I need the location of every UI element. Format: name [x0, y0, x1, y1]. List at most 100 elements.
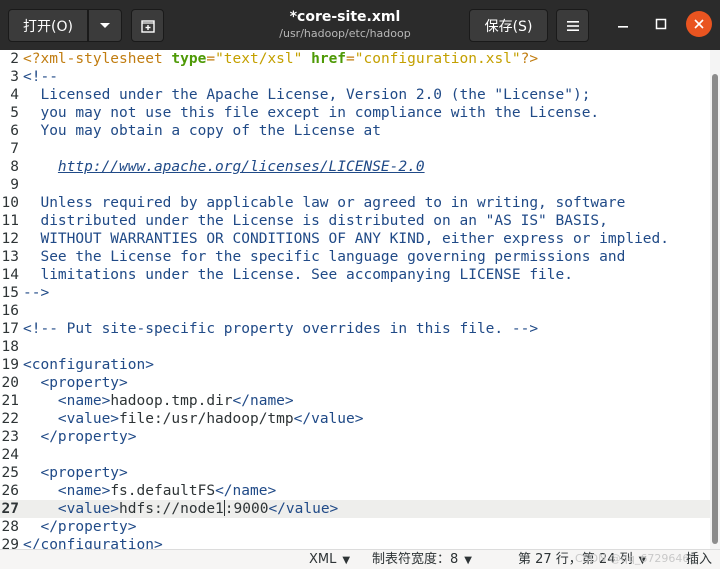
- line-number: 7: [10, 141, 19, 157]
- code-token: =: [206, 51, 216, 67]
- close-button[interactable]: [686, 11, 712, 37]
- code-token: fs.defaultFS: [110, 483, 216, 499]
- code-line[interactable]: 10 Unless required by applicable law or …: [0, 194, 710, 212]
- code-line[interactable]: 8 http://www.apache.org/licenses/LICENSE…: [0, 158, 710, 176]
- maximize-button[interactable]: [649, 12, 673, 36]
- new-tab-button[interactable]: [131, 9, 164, 42]
- code-line[interactable]: 3 <!--: [0, 68, 710, 86]
- line-text: </property>: [23, 428, 136, 446]
- open-button[interactable]: 打开(O): [8, 9, 88, 42]
- code-token: "text/xsl": [215, 51, 303, 67]
- line-number: 14: [1, 267, 19, 283]
- code-line[interactable]: 19 <configuration>: [0, 356, 710, 374]
- code-token: :9000: [224, 501, 269, 517]
- line-text: <?xml-stylesheet type="text/xsl" href="c…: [23, 50, 538, 68]
- window-title: *core-site.xml: [289, 9, 401, 25]
- line-number: 6: [10, 123, 19, 139]
- line-text: limitations under the License. See accom…: [23, 266, 573, 284]
- code-line[interactable]: 4 Licensed under the Apache License, Ver…: [0, 86, 710, 104]
- code-token: =: [346, 51, 355, 67]
- file-path: /usr/hadoop/etc/hadoop: [279, 27, 411, 40]
- line-text: <value>hdfs://node1:9000</value>: [23, 500, 338, 518]
- code-line[interactable]: 11 distributed under the License is dist…: [0, 212, 710, 230]
- line-text: <configuration>: [23, 356, 154, 374]
- line-text: <value>file:/usr/hadoop/tmp</value>: [23, 410, 364, 428]
- minimize-button[interactable]: [611, 12, 635, 36]
- code-token: <name>: [57, 483, 111, 499]
- chevron-down-icon: [100, 22, 110, 28]
- tab-width-selector[interactable]: 制表符宽度：8 ▼: [372, 551, 472, 569]
- code-line[interactable]: 25 <property>: [0, 464, 710, 482]
- code-line[interactable]: 26 <name>fs.defaultFS</name>: [0, 482, 710, 500]
- watermark: CSDN @qq_67296465: [575, 552, 697, 565]
- line-number: 21: [1, 393, 19, 409]
- line-number: 4: [10, 87, 19, 103]
- language-label: XML: [309, 552, 337, 567]
- line-number: 13: [1, 249, 19, 265]
- line-text: <!-- Put site-specific property override…: [23, 320, 538, 338]
- tab-width-label: 制表符宽度：8: [372, 552, 459, 567]
- code-token: </property>: [40, 519, 137, 535]
- code-token: hadoop.tmp.dir: [110, 393, 233, 409]
- text-editor[interactable]: 2 <?xml-stylesheet type="text/xsl" href="…: [0, 50, 710, 549]
- insert-mode-indicator[interactable]: 插入: [686, 551, 712, 569]
- code-token: <?xml-stylesheet: [23, 51, 172, 67]
- line-number: 25: [1, 465, 19, 481]
- code-line[interactable]: 14 limitations under the License. See ac…: [0, 266, 710, 284]
- code-line[interactable]: 12 WITHOUT WARRANTIES OR CONDITIONS OF A…: [0, 230, 710, 248]
- line-number: 9: [10, 177, 19, 193]
- line-text: </configuration>: [23, 536, 163, 549]
- code-token: href: [311, 51, 347, 67]
- code-line[interactable]: 15 -->: [0, 284, 710, 302]
- code-line[interactable]: 18: [0, 338, 710, 356]
- vertical-scrollbar[interactable]: [710, 50, 720, 549]
- code-line[interactable]: 17 <!-- Put site-specific property overri…: [0, 320, 710, 338]
- code-line[interactable]: 6 You may obtain a copy of the License a…: [0, 122, 710, 140]
- line-number: 19: [1, 357, 19, 373]
- code-line[interactable]: 24: [0, 446, 710, 464]
- line-number: 2: [10, 51, 19, 67]
- code-line[interactable]: 2 <?xml-stylesheet type="text/xsl" href="…: [0, 50, 710, 68]
- chevron-down-icon: ▼: [342, 555, 351, 566]
- line-text: -->: [23, 284, 49, 302]
- maximize-icon: [655, 18, 667, 30]
- code-line[interactable]: 20 <property>: [0, 374, 710, 392]
- language-selector[interactable]: XML ▼: [309, 551, 350, 569]
- save-button[interactable]: 保存(S): [469, 9, 548, 42]
- code-token: See the License for the specific languag…: [23, 249, 626, 265]
- status-bar: XML ▼ 制表符宽度：8 ▼ 第 27 行，第 24 列 ▼ CSDN @qq_67…: [0, 549, 720, 569]
- code-line[interactable]: 28 </property>: [0, 518, 710, 536]
- code-line[interactable]: 27 <value>hdfs://node1:9000</value>: [0, 500, 710, 518]
- code-line[interactable]: 16: [0, 302, 710, 320]
- hamburger-menu-button[interactable]: [556, 9, 589, 42]
- save-button-label: 保存(S): [484, 18, 533, 35]
- line-number: 22: [1, 411, 19, 427]
- minimize-icon: [618, 26, 628, 28]
- code-line[interactable]: 5 you may not use this file except in co…: [0, 104, 710, 122]
- line-number: 27: [1, 501, 19, 517]
- code-token: <!-- Put site-specific property override…: [23, 321, 539, 337]
- line-number: 18: [1, 339, 19, 355]
- code-line[interactable]: 13 See the License for the specific lang…: [0, 248, 710, 266]
- scrollbar-thumb[interactable]: [712, 74, 718, 544]
- line-text: <property>: [23, 464, 127, 482]
- code-line[interactable]: 21 <name>hadoop.tmp.dir</name>: [0, 392, 710, 410]
- code-line[interactable]: 23 </property>: [0, 428, 710, 446]
- code-token: Unless required by applicable law or agr…: [23, 195, 626, 211]
- line-number: 26: [1, 483, 19, 499]
- line-number: 11: [1, 213, 19, 229]
- line-number: 29: [1, 537, 19, 549]
- code-line[interactable]: 22 <value>file:/usr/hadoop/tmp</value>: [0, 410, 710, 428]
- code-line[interactable]: 29 </configuration>: [0, 536, 710, 549]
- code-token: You may obtain a copy of the License at: [23, 123, 381, 139]
- code-token: <configuration>: [23, 357, 154, 373]
- open-menu-button[interactable]: [88, 9, 122, 42]
- code-token: <!--: [23, 69, 58, 85]
- code-line[interactable]: 7: [0, 140, 710, 158]
- code-line[interactable]: 9: [0, 176, 710, 194]
